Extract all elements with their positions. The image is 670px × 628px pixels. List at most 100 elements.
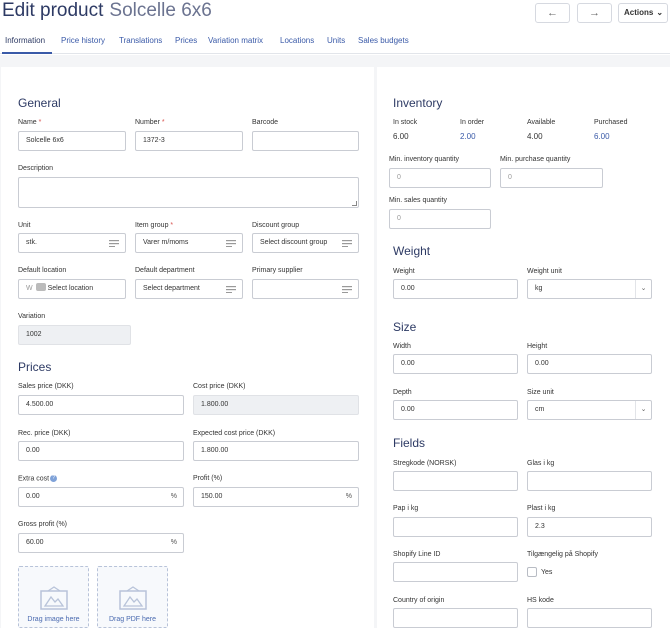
in-stock-value: 6.00 xyxy=(393,132,409,141)
depth-input[interactable]: 0.00 xyxy=(393,400,518,420)
tab-sales-budgets[interactable]: Sales budgets xyxy=(358,36,409,45)
prices-section-title: Prices xyxy=(18,360,52,374)
default-department-select[interactable]: Select department xyxy=(135,279,243,299)
variation-label: Variation xyxy=(18,313,46,320)
rec-price-input[interactable]: 0.00 xyxy=(18,441,184,461)
unit-select[interactable]: stk. xyxy=(18,233,126,253)
sales-price-label: Sales price (DKK) xyxy=(18,383,74,390)
purchased-value[interactable]: 6.00 xyxy=(594,132,610,141)
in-order-value[interactable]: 2.00 xyxy=(460,132,476,141)
list-icon xyxy=(342,286,352,293)
glas-input[interactable] xyxy=(527,471,652,491)
item-group-select[interactable]: Varer m/moms xyxy=(135,233,243,253)
profit-label: Profit (%) xyxy=(193,475,223,482)
width-label: Width xyxy=(393,343,411,350)
in-stock-label: In stock xyxy=(393,119,418,126)
info-icon[interactable]: ? xyxy=(50,475,58,482)
name-required-mark: * xyxy=(38,119,42,126)
min-sales-label: Min. sales quantity xyxy=(389,197,447,204)
number-label-text: Number xyxy=(135,119,160,126)
number-label: Number * xyxy=(135,119,165,126)
width-input[interactable]: 0.00 xyxy=(393,354,518,374)
next-button[interactable]: → xyxy=(577,3,612,23)
purchased-label: Purchased xyxy=(594,119,628,126)
profit-suffix: % xyxy=(345,493,352,500)
item-group-value: Varer m/moms xyxy=(143,239,189,246)
weight-section-title: Weight xyxy=(393,244,431,258)
name-label-text: Name xyxy=(18,119,37,126)
general-section-title: General xyxy=(18,96,61,110)
shopify-available-checkbox[interactable] xyxy=(527,567,537,577)
height-input[interactable]: 0.00 xyxy=(527,354,652,374)
tab-prices[interactable]: Prices xyxy=(175,36,197,45)
image-dropzone[interactable]: Drag image here xyxy=(18,566,89,628)
gross-profit-input[interactable]: 60.00% xyxy=(18,533,184,553)
extra-cost-suffix: % xyxy=(170,493,177,500)
fields-section-title: Fields xyxy=(393,436,426,450)
size-unit-select[interactable]: cm ⌄ xyxy=(527,400,652,420)
tab-units[interactable]: Units xyxy=(327,36,345,45)
weight-input[interactable]: 0.00 xyxy=(393,279,518,299)
arrow-right-icon: → xyxy=(589,7,600,19)
tab-translations[interactable]: Translations xyxy=(119,36,162,45)
barcode-label: Barcode xyxy=(252,119,279,126)
expected-cost-label: Expected cost price (DKK) xyxy=(193,430,276,437)
previous-button[interactable]: ← xyxy=(535,3,570,23)
unit-label: Unit xyxy=(18,222,31,229)
product-name: Solcelle 6x6 xyxy=(109,0,212,21)
weight-unit-select[interactable]: kg ⌄ xyxy=(527,279,652,299)
number-input[interactable]: 1372-3 xyxy=(135,131,243,151)
tab-price-history[interactable]: Price history xyxy=(61,36,105,45)
tab-variation-matrix[interactable]: Variation matrix xyxy=(208,36,263,45)
expected-cost-input[interactable]: 1.800.00 xyxy=(193,441,359,461)
discount-group-value: Select discount group xyxy=(260,239,328,246)
default-department-value: Select department xyxy=(143,285,200,292)
drag-pdf-label: Drag PDF here xyxy=(108,616,157,623)
resize-handle-icon[interactable] xyxy=(352,201,357,206)
size-section-title: Size xyxy=(393,320,417,334)
list-icon xyxy=(226,240,236,247)
tab-locations[interactable]: Locations xyxy=(280,36,314,45)
chevron-down-icon: ⌄ xyxy=(656,8,664,17)
actions-label: Actions xyxy=(624,8,654,17)
description-textarea[interactable] xyxy=(18,177,359,208)
min-purchase-input[interactable]: 0 xyxy=(500,168,603,188)
in-order-label: In order xyxy=(460,119,485,126)
item-group-label-text: Item group xyxy=(135,222,169,229)
pdf-dropzone[interactable]: Drag PDF here xyxy=(97,566,168,628)
pap-label: Pap i kg xyxy=(393,505,419,512)
default-location-select[interactable]: W Select location xyxy=(18,279,126,299)
checkbox-yes-label: Yes xyxy=(541,569,553,576)
primary-supplier-select[interactable] xyxy=(252,279,359,299)
stregkode-input[interactable] xyxy=(393,471,518,491)
page-title-text: Edit product xyxy=(2,0,104,21)
sales-price-input[interactable]: 4.500.00 xyxy=(18,395,184,415)
inventory-section-title: Inventory xyxy=(393,96,443,110)
shopify-line-input[interactable] xyxy=(393,562,518,582)
actions-button[interactable]: Actions ⌄ xyxy=(618,3,668,23)
weight-label: Weight xyxy=(393,268,415,275)
gross-profit-value: 60.00 xyxy=(26,539,44,546)
profit-input[interactable]: 150.00% xyxy=(193,487,359,507)
cost-price-field: 1.800.00 xyxy=(193,395,359,415)
image-icon xyxy=(40,586,68,610)
barcode-input[interactable] xyxy=(252,131,359,151)
item-group-label: Item group * xyxy=(135,222,173,229)
hs-kode-input[interactable] xyxy=(527,608,652,628)
min-sales-input[interactable]: 0 xyxy=(389,209,491,229)
min-inventory-input[interactable]: 0 xyxy=(389,168,491,188)
discount-group-select[interactable]: Select discount group xyxy=(252,233,359,253)
tilgaengelig-label: Tilgængelig på Shopify xyxy=(527,551,598,558)
plast-input[interactable]: 2.3 xyxy=(527,517,652,537)
variation-field: 1002 xyxy=(18,325,131,345)
extra-cost-input[interactable]: 0.00% xyxy=(18,487,184,507)
list-icon xyxy=(109,240,119,247)
name-label: Name * xyxy=(18,119,41,126)
pap-input[interactable] xyxy=(393,517,518,537)
active-tab-indicator xyxy=(2,52,52,54)
tab-information[interactable]: Information xyxy=(5,36,45,45)
size-unit-label: Size unit xyxy=(527,389,554,396)
primary-supplier-label: Primary supplier xyxy=(252,267,303,274)
country-input[interactable] xyxy=(393,608,518,628)
name-input[interactable]: Solcelle 6x6 xyxy=(18,131,126,151)
